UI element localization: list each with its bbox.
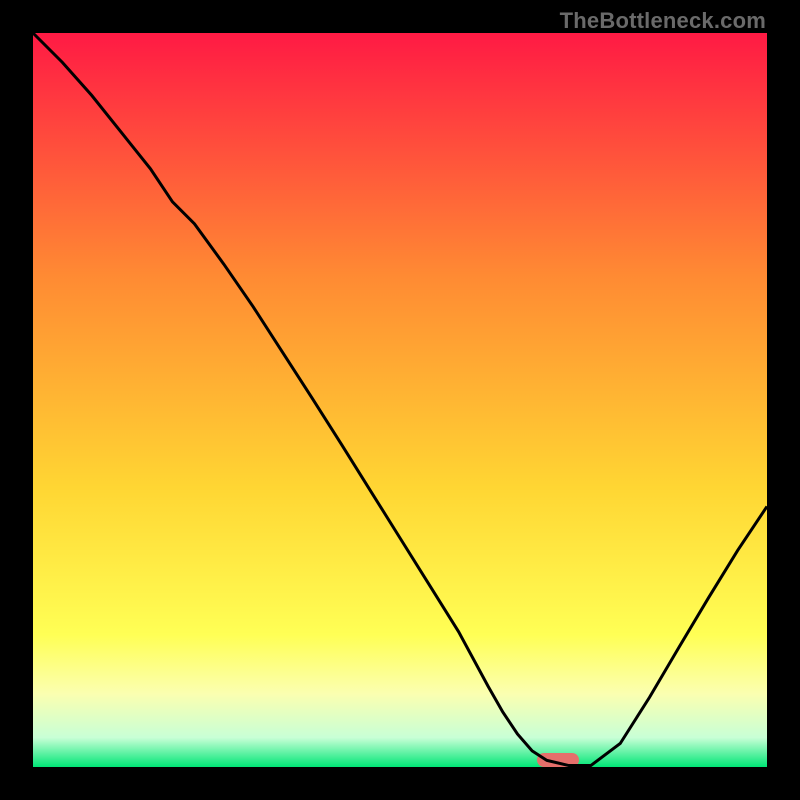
plot-area (33, 33, 767, 767)
chart-frame: TheBottleneck.com (0, 0, 800, 800)
bottleneck-curve (33, 33, 767, 767)
watermark-text: TheBottleneck.com (560, 8, 766, 34)
